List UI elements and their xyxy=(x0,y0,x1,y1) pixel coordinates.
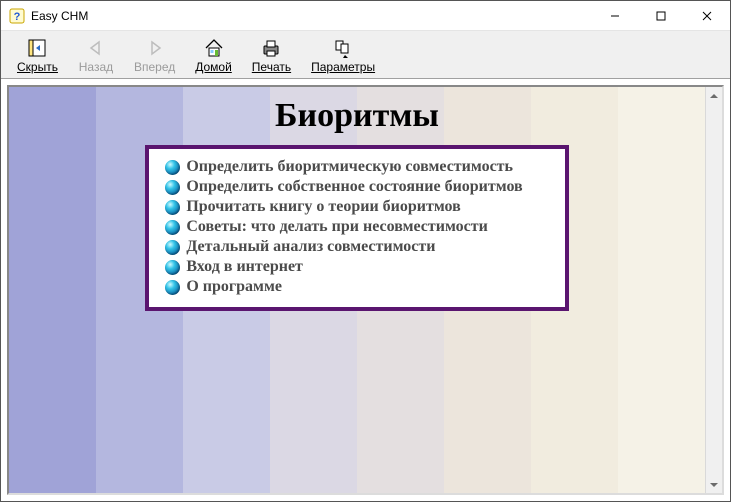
globe-icon xyxy=(165,200,180,215)
back-arrow-icon xyxy=(85,37,107,59)
help-page: Биоритмы Определить биоритмическую совме… xyxy=(9,87,705,493)
page-title: Биоритмы xyxy=(9,97,705,135)
link-text: Детальный анализ совместимости xyxy=(186,238,435,256)
link-item[interactable]: О программе xyxy=(165,277,522,297)
minimize-button[interactable] xyxy=(592,1,638,31)
toolbar-home-button[interactable]: Домой xyxy=(185,31,242,78)
link-text: Вход в интернет xyxy=(186,258,303,276)
link-panel: Определить биоритмическую совместимость … xyxy=(145,145,568,311)
toolbar-back-button: Назад xyxy=(68,31,124,78)
toolbar-options-button[interactable]: Параметры xyxy=(301,31,385,78)
vertical-scrollbar[interactable] xyxy=(705,87,722,493)
globe-icon xyxy=(165,240,180,255)
globe-icon xyxy=(165,280,180,295)
help-viewer: Биоритмы Определить биоритмическую совме… xyxy=(7,85,724,495)
link-item[interactable]: Советы: что делать при несовместимости xyxy=(165,217,522,237)
content-frame: Биоритмы Определить биоритмическую совме… xyxy=(1,79,730,501)
link-text: О программе xyxy=(186,278,282,296)
scroll-down-icon[interactable] xyxy=(706,476,723,493)
link-item[interactable]: Определить биоритмическую совместимость xyxy=(165,157,522,177)
toolbar-print-label: Печать xyxy=(252,60,291,74)
toolbar-back-label: Назад xyxy=(79,60,113,74)
toolbar-forward-button: Вперед xyxy=(124,31,185,78)
titlebar: ? Easy CHM xyxy=(1,1,730,31)
toolbar-home-label: Домой xyxy=(195,60,232,74)
hide-icon xyxy=(26,37,48,59)
globe-icon xyxy=(165,180,180,195)
link-item[interactable]: Прочитать книгу о теории биоритмов xyxy=(165,197,522,217)
toolbar: Скрыть Назад Вперед Домой Печать Парамет… xyxy=(1,31,730,79)
link-text: Определить собственное состояние биоритм… xyxy=(186,178,522,196)
svg-text:?: ? xyxy=(14,11,21,23)
home-icon xyxy=(203,37,225,59)
toolbar-options-label: Параметры xyxy=(311,60,375,74)
print-icon xyxy=(260,37,282,59)
options-icon xyxy=(332,37,354,59)
link-item[interactable]: Вход в интернет xyxy=(165,257,522,277)
globe-icon xyxy=(165,160,180,175)
link-text: Определить биоритмическую совместимость xyxy=(186,158,513,176)
toolbar-hide-label: Скрыть xyxy=(17,60,58,74)
scroll-up-icon[interactable] xyxy=(706,87,723,104)
app-icon: ? xyxy=(9,8,25,24)
link-text: Прочитать книгу о теории биоритмов xyxy=(186,198,460,216)
link-text: Советы: что делать при несовместимости xyxy=(186,218,488,236)
toolbar-forward-label: Вперед xyxy=(134,60,175,74)
link-item[interactable]: Детальный анализ совместимости xyxy=(165,237,522,257)
close-button[interactable] xyxy=(684,1,730,31)
forward-arrow-icon xyxy=(144,37,166,59)
link-item[interactable]: Определить собственное состояние биоритм… xyxy=(165,177,522,197)
maximize-button[interactable] xyxy=(638,1,684,31)
window-title: Easy CHM xyxy=(31,9,88,23)
globe-icon xyxy=(165,260,180,275)
toolbar-print-button[interactable]: Печать xyxy=(242,31,301,78)
globe-icon xyxy=(165,220,180,235)
toolbar-hide-button[interactable]: Скрыть xyxy=(7,31,68,78)
